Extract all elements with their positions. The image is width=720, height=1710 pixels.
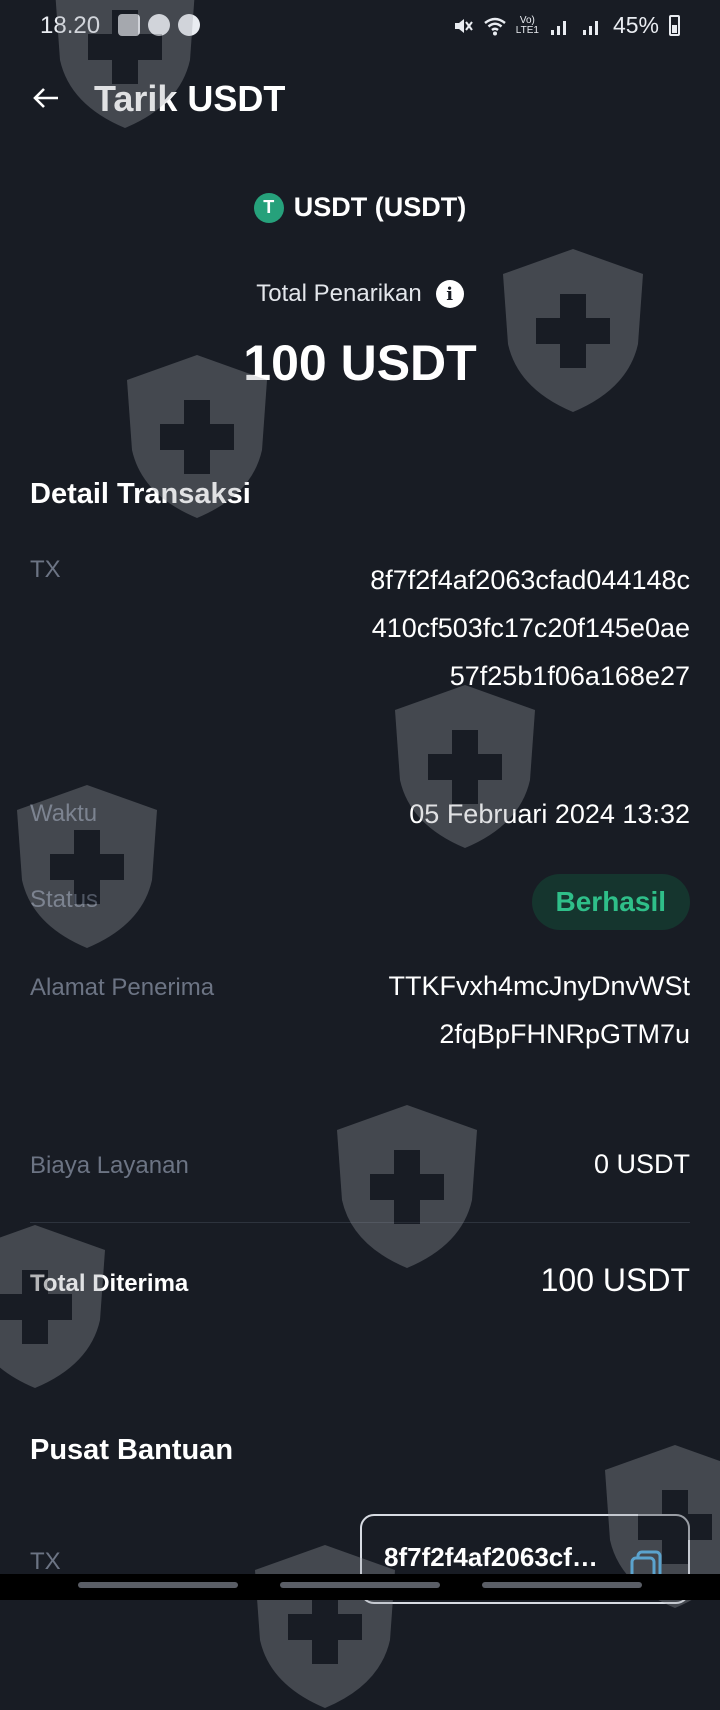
fee-label: Biaya Layanan xyxy=(30,1152,189,1179)
nav-home-handle[interactable] xyxy=(280,1582,440,1588)
shield-watermark-icon xyxy=(0,1225,105,1388)
signal-icon-2 xyxy=(582,20,598,35)
time-value: 05 Februari 2024 13:32 xyxy=(409,799,690,829)
help-section-title: Pusat Bantuan xyxy=(30,1434,234,1466)
gallery-icon xyxy=(118,14,140,36)
incognito-icon xyxy=(148,14,170,36)
system-nav-bar xyxy=(0,1574,720,1600)
tx-label: TX xyxy=(30,556,61,583)
total-received-label: Total Diterima xyxy=(30,1270,189,1297)
back-button[interactable] xyxy=(28,80,64,116)
coin-name: USDT (USDT) xyxy=(293,192,467,222)
help-tx-value: 8f7f2f4af2063cfad044148c410cf503fc17c20f… xyxy=(384,1542,604,1572)
tx-value[interactable]: 8f7f2f4af2063cfad044148c410cf503fc17c20f… xyxy=(360,556,690,700)
tether-icon: T xyxy=(253,192,284,223)
time-label: Waktu xyxy=(30,800,98,827)
coin-row: T USDT (USDT) xyxy=(0,192,720,223)
fee-value: 0 USDT xyxy=(593,1149,690,1179)
lte-indicator: Vo) LTE1 xyxy=(515,14,539,36)
arrow-left-icon xyxy=(33,88,58,108)
total-label: Total Penarikan xyxy=(256,280,422,307)
status-bar: 18.20 Vo) LTE1 45% xyxy=(0,0,720,54)
mute-icon xyxy=(454,18,473,33)
help-tx-label: TX xyxy=(30,1548,61,1575)
wifi-icon xyxy=(484,17,506,35)
battery-icon xyxy=(669,15,680,36)
app-header: Tarik USDT xyxy=(0,70,720,126)
total-received-value: 100 USDT xyxy=(540,1262,690,1298)
info-icon[interactable]: i xyxy=(435,280,464,308)
status-badge: Berhasil xyxy=(531,874,690,930)
page-title: Tarik USDT xyxy=(94,78,286,119)
battery-percent: 45% xyxy=(612,12,659,38)
signal-icon xyxy=(550,20,566,35)
total-amount: 100 USDT xyxy=(243,335,477,391)
nav-back-handle[interactable] xyxy=(78,1582,238,1588)
shield-watermark-icon xyxy=(337,1105,477,1268)
notification-icons xyxy=(118,14,200,36)
divider xyxy=(30,1222,690,1223)
nav-recents-handle[interactable] xyxy=(482,1582,642,1588)
incognito-icon-2 xyxy=(178,14,200,36)
status-icons: Vo) LTE1 45% xyxy=(452,12,680,39)
detail-section-title: Detail Transaksi xyxy=(30,478,251,510)
status-label: Status xyxy=(30,886,99,913)
status-time: 18.20 xyxy=(40,12,101,39)
address-value[interactable]: TTKFvxh4mcJnyDnvWSt2fqBpFHNRpGTM7u xyxy=(380,962,690,1058)
address-label: Alamat Penerima xyxy=(30,974,215,1001)
total-label-row: Total Penarikan i xyxy=(0,280,720,308)
